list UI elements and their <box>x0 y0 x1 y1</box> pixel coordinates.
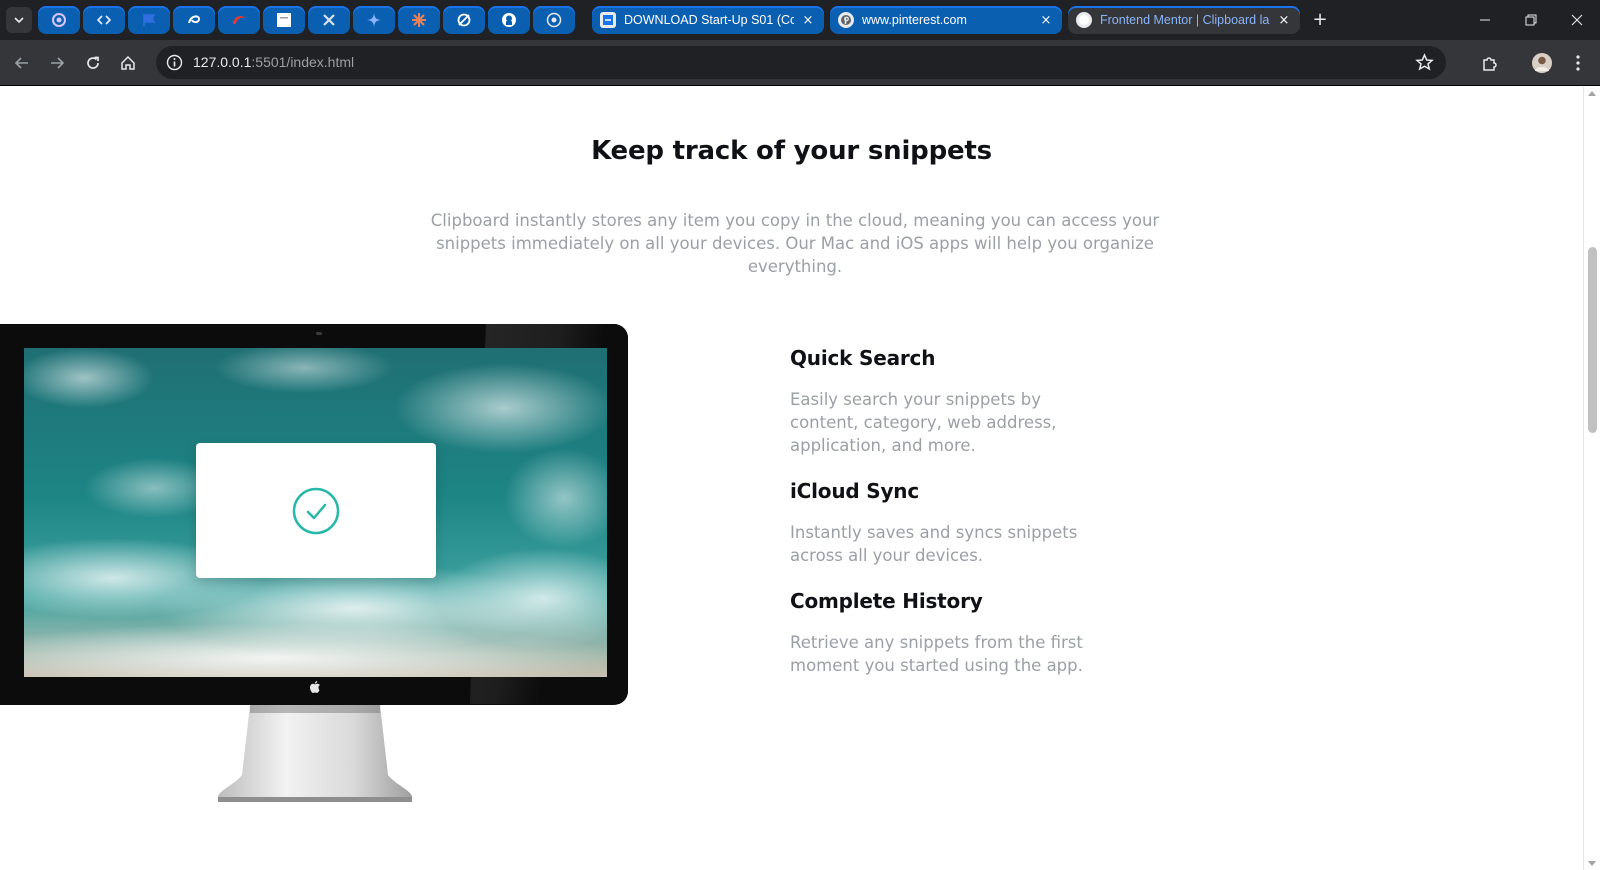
feature-item: iCloud Sync Instantly saves and syncs sn… <box>790 479 1120 567</box>
red-brand-icon <box>231 12 247 28</box>
scroll-up-arrow-icon[interactable] <box>1588 91 1596 96</box>
tab-strip: DOWNLOAD Start-Up S01 (Com × www.pintere… <box>0 0 1600 40</box>
close-window-button[interactable] <box>1554 0 1600 40</box>
section-heading: Keep track of your snippets <box>591 136 992 166</box>
bookmark-star-icon[interactable] <box>1415 53 1434 72</box>
browser-menu-button[interactable] <box>1563 48 1593 78</box>
restore-button[interactable] <box>1508 0 1554 40</box>
tab-pinned-claude[interactable] <box>398 6 440 34</box>
tab-pinned-page[interactable] <box>263 6 305 34</box>
imac-illustration <box>0 324 628 802</box>
tab-download-startup[interactable]: DOWNLOAD Start-Up S01 (Com × <box>592 6 824 34</box>
chevron-down-icon <box>14 17 24 24</box>
openai-icon <box>51 12 67 28</box>
tab-close-button[interactable]: × <box>1276 13 1292 28</box>
url-path: :5501/index.html <box>251 54 355 70</box>
tab-pinned-x[interactable] <box>308 6 350 34</box>
ocean-screen-image <box>24 348 607 677</box>
page-scrollbar[interactable] <box>1583 87 1600 870</box>
restore-icon <box>1525 14 1537 26</box>
url-host: 127.0.0.1 <box>193 54 252 70</box>
forward-button[interactable] <box>42 48 72 78</box>
document-icon <box>600 12 616 28</box>
reload-icon <box>87 56 99 69</box>
frontend-mentor-icon <box>1076 12 1092 28</box>
url-text[interactable]: 127.0.0.1:5501/index.html <box>193 54 354 70</box>
scrollbar-thumb[interactable] <box>1588 247 1597 433</box>
arrow-left-icon <box>14 57 28 69</box>
feature-description: Retrieve any snippets from the first mom… <box>790 633 1083 675</box>
tab-frontend-mentor[interactable]: Frontend Mentor | Clipboard la × <box>1068 6 1300 34</box>
feature-title: Quick Search <box>790 346 936 370</box>
minimize-button[interactable] <box>1462 0 1508 40</box>
profile-button[interactable] <box>1527 48 1557 78</box>
feature-item: Quick Search Easily search your snippets… <box>790 346 1120 457</box>
home-icon <box>121 55 135 70</box>
avatar <box>1532 53 1552 73</box>
feature-list: Quick Search Easily search your snippets… <box>790 346 1120 677</box>
tab-title: DOWNLOAD Start-Up S01 (Com <box>624 13 794 27</box>
home-button[interactable] <box>113 48 143 78</box>
reload-button[interactable] <box>78 48 108 78</box>
feature-description: Instantly saves and syncs snippets acros… <box>790 523 1078 565</box>
tab-pinned-openai[interactable] <box>38 6 80 34</box>
tab-title: Frontend Mentor | Clipboard la <box>1100 13 1270 27</box>
tab-pinned-red-brand[interactable] <box>218 6 260 34</box>
checkmark-circle-icon <box>292 487 340 534</box>
swirl-icon <box>186 12 202 28</box>
claude-icon <box>411 12 427 28</box>
browser-toolbar: 127.0.0.1:5501/index.html <box>0 40 1600 86</box>
scroll-down-arrow-icon[interactable] <box>1588 861 1596 866</box>
tab-pinned-code[interactable] <box>83 6 125 34</box>
flag-icon <box>141 12 157 28</box>
extensions-button[interactable] <box>1475 48 1505 78</box>
settings-icon <box>546 12 562 28</box>
zero-icon <box>456 12 472 28</box>
pinterest-icon <box>838 12 854 28</box>
feature-title: iCloud Sync <box>790 479 919 503</box>
new-tab-button[interactable]: + <box>1309 9 1331 31</box>
address-bar[interactable]: 127.0.0.1:5501/index.html <box>156 46 1446 79</box>
tab-title: www.pinterest.com <box>862 13 967 27</box>
close-icon <box>1571 14 1583 26</box>
feature-description: Easily search your snippets by content, … <box>790 390 1057 455</box>
tab-pinned-github[interactable] <box>488 6 530 34</box>
page-content: Keep track of your snippets Clipboard in… <box>0 87 1583 870</box>
apple-logo-icon <box>310 681 320 693</box>
page-icon <box>276 12 292 28</box>
tab-pinterest[interactable]: www.pinterest.com × <box>830 6 1062 34</box>
kebab-menu-icon <box>1576 55 1580 71</box>
tab-close-button[interactable]: × <box>1038 13 1054 28</box>
tab-close-button[interactable]: × <box>800 13 816 28</box>
success-card <box>196 443 436 578</box>
tab-pinned-sparkle[interactable] <box>353 6 395 34</box>
sparkle-icon <box>366 12 382 28</box>
feature-item: Complete History Retrieve any snippets f… <box>790 589 1120 677</box>
tab-pinned-zero[interactable] <box>443 6 485 34</box>
info-icon[interactable] <box>166 54 183 71</box>
tab-search-button[interactable] <box>6 7 32 33</box>
imac-bezel <box>0 324 628 705</box>
tab-pinned-settings[interactable] <box>533 6 575 34</box>
feature-title: Complete History <box>790 589 983 613</box>
tab-pinned-flag[interactable] <box>128 6 170 34</box>
minimize-icon <box>1480 19 1490 21</box>
back-button[interactable] <box>7 48 37 78</box>
x-icon <box>321 12 337 28</box>
code-icon <box>96 12 112 28</box>
github-icon <box>501 12 517 28</box>
tab-pinned-swirl[interactable] <box>173 6 215 34</box>
imac-stand <box>218 705 412 802</box>
section-description: Clipboard instantly stores any item you … <box>430 211 1160 276</box>
arrow-right-icon <box>51 57 65 69</box>
puzzle-icon <box>1483 57 1497 71</box>
camera-dot <box>316 332 322 335</box>
